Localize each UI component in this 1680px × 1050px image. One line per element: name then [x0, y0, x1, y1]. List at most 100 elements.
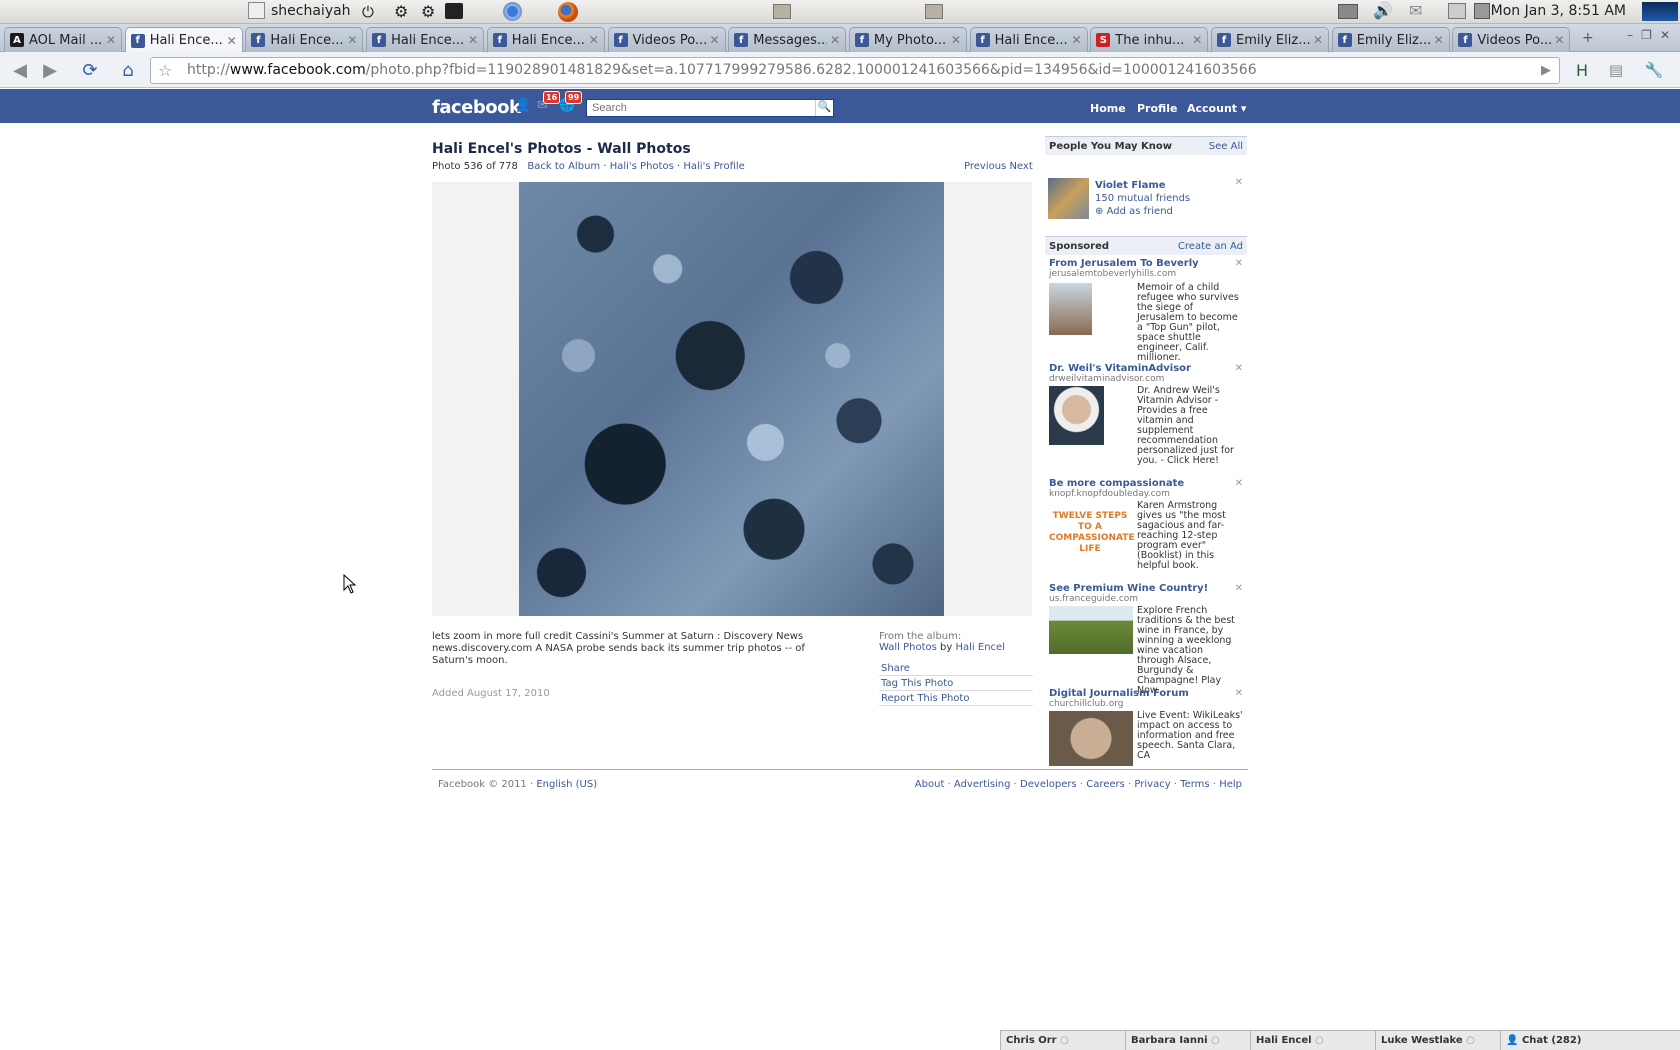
ad-title[interactable]: From Jerusalem To Beverly — [1045, 258, 1247, 269]
search-icon[interactable]: 🔍 — [815, 100, 833, 116]
footer-link-terms[interactable]: Terms — [1180, 779, 1209, 790]
close-tab-icon[interactable]: ✕ — [589, 33, 599, 47]
dr-weil-photo[interactable] — [1049, 386, 1104, 445]
moon-surface-photo[interactable] — [519, 182, 944, 616]
violet-flame-avatar[interactable] — [1048, 178, 1089, 219]
close-window-icon[interactable]: ✕ — [1660, 28, 1670, 42]
close-icon[interactable]: ✕ — [1235, 363, 1243, 374]
search-input[interactable] — [586, 99, 834, 117]
back-icon[interactable]: ◀ — [8, 58, 32, 82]
settings-icon[interactable]: ⚙ — [394, 2, 408, 21]
volume-icon[interactable]: 🔊 — [1373, 1, 1393, 20]
ad-title[interactable]: Digital Journalism Forum — [1045, 688, 1247, 699]
footer-link-developers[interactable]: Developers — [1020, 779, 1077, 790]
close-tab-icon[interactable]: ✕ — [709, 33, 719, 47]
browser-tab[interactable]: A AOL Mail ... ✕ — [4, 27, 122, 52]
vineyard-image[interactable] — [1049, 606, 1133, 654]
pymk-mutual[interactable]: 150 mutual friends — [1095, 192, 1190, 205]
close-tab-icon[interactable]: ✕ — [1192, 33, 1202, 47]
book-cover-image[interactable] — [1049, 283, 1092, 335]
halis-profile-link[interactable]: Hali's Profile — [683, 161, 744, 172]
close-icon[interactable]: ✕ — [1235, 478, 1243, 489]
terminal-icon[interactable] — [445, 3, 463, 19]
chat-tab[interactable]: Barbara Ianni ○ — [1125, 1031, 1250, 1050]
network-icon[interactable] — [1474, 3, 1490, 19]
pymk-name[interactable]: Violet Flame — [1095, 179, 1190, 192]
printer-icon[interactable] — [1448, 3, 1466, 19]
previous-link[interactable]: Previous — [964, 161, 1006, 172]
nav-profile[interactable]: Profile — [1137, 102, 1177, 115]
ad-title[interactable]: Dr. Weil's VitaminAdvisor — [1045, 363, 1247, 374]
language-link[interactable]: English (US) — [536, 779, 597, 790]
close-tab-icon[interactable]: ✕ — [1434, 33, 1444, 47]
friend-requests-icon[interactable]: 👤 — [515, 98, 531, 114]
share-link[interactable]: Share — [879, 661, 1033, 676]
address-bar[interactable]: http://www.facebook.com/photo.php?fbid=1… — [150, 57, 1560, 84]
close-tab-icon[interactable]: ✕ — [951, 33, 961, 47]
footer-link-about[interactable]: About — [915, 779, 945, 790]
chat-toggle[interactable]: 👤 Chat (282) — [1500, 1031, 1670, 1050]
close-tab-icon[interactable]: ✕ — [1313, 33, 1323, 47]
browser-tab[interactable]: f Videos Po... ✕ — [607, 27, 726, 52]
folder-icon[interactable] — [773, 4, 791, 19]
next-link[interactable]: Next — [1009, 161, 1032, 172]
wrench-icon[interactable]: 🔧 — [1642, 58, 1666, 82]
browser-tab[interactable]: S The inhu... ✕ — [1090, 27, 1209, 52]
close-icon[interactable]: ✕ — [1235, 688, 1243, 699]
chat-tab[interactable]: Luke Westlake ○ — [1375, 1031, 1500, 1050]
chat-tab[interactable]: Chris Orr ○ — [1000, 1031, 1125, 1050]
ad-weil[interactable]: ✕ Dr. Weil's VitaminAdvisor drweilvitami… — [1045, 363, 1247, 478]
system-tools-icon[interactable]: ⚙ — [421, 2, 435, 21]
bookmark-star-icon[interactable]: ☆ — [158, 61, 172, 80]
close-tab-icon[interactable]: ✕ — [1554, 33, 1564, 47]
halis-photos-link[interactable]: Hali's Photos — [610, 161, 674, 172]
browser-tab[interactable]: f Emily Eliz... ✕ — [1211, 27, 1329, 52]
browser-tab[interactable]: f Hali Ence... ✕ — [245, 27, 364, 52]
page-menu-icon[interactable]: ▤ — [1604, 58, 1628, 82]
ad-jerusalem[interactable]: ✕ From Jerusalem To Beverly jerusalemtob… — [1045, 258, 1247, 363]
report-photo-link[interactable]: Report This Photo — [879, 691, 1033, 706]
messages-icon[interactable]: ✉ 16 — [537, 91, 561, 114]
close-tab-icon[interactable]: ✕ — [468, 33, 478, 47]
album-link[interactable]: Wall Photos — [879, 642, 937, 653]
footer-link-advertising[interactable]: Advertising — [954, 779, 1011, 790]
footer-link-privacy[interactable]: Privacy — [1134, 779, 1170, 790]
firefox-icon[interactable] — [558, 2, 578, 22]
browser-tab[interactable]: f Emily Eliz... ✕ — [1331, 27, 1450, 52]
chat-tab[interactable]: Hali Encel ○ — [1250, 1031, 1375, 1050]
book-cover-image[interactable]: TWELVE STEPS TO A COMPASSIONATE LIFE — [1049, 501, 1135, 561]
go-arrow-icon[interactable]: ▶ — [1534, 58, 1558, 82]
ad-journalism[interactable]: ✕ Digital Journalism Forum churchillclub… — [1045, 688, 1247, 778]
footer-link-careers[interactable]: Careers — [1086, 779, 1125, 790]
maximize-icon[interactable]: ❐ — [1641, 28, 1652, 42]
clock[interactable]: Mon Jan 3, 8:51 AM — [1491, 3, 1626, 19]
tag-photo-link[interactable]: Tag This Photo — [879, 676, 1033, 691]
browser-tab[interactable]: f Hali Ence... ✕ — [486, 27, 605, 52]
nav-account[interactable]: Account ▾ — [1187, 102, 1246, 115]
ad-wine[interactable]: ✕ See Premium Wine Country! us.francegui… — [1045, 583, 1247, 696]
see-all-link[interactable]: See All — [1209, 141, 1243, 152]
forward-icon[interactable]: ▶ — [38, 58, 62, 82]
browser-tab[interactable]: f Messages... ✕ — [728, 27, 847, 52]
close-icon[interactable]: ✕ — [1235, 258, 1243, 269]
browser-tab[interactable]: f Hali Ence... ✕ — [969, 27, 1088, 52]
chromium-icon[interactable] — [503, 2, 522, 21]
footer-link-help[interactable]: Help — [1219, 779, 1242, 790]
close-tab-icon[interactable]: ✕ — [227, 34, 237, 48]
back-to-album-link[interactable]: Back to Album — [527, 161, 600, 172]
browser-tab[interactable]: f My Photo... ✕ — [848, 27, 967, 52]
close-icon[interactable]: ✕ — [1235, 583, 1243, 594]
facebook-logo[interactable]: facebook — [432, 97, 521, 118]
browser-tab[interactable]: f Hali Ence... ✕ — [124, 27, 243, 53]
nav-home[interactable]: Home — [1090, 102, 1126, 115]
album-owner-link[interactable]: Hali Encel — [956, 642, 1005, 653]
ad-title[interactable]: Be more compassionate — [1045, 478, 1247, 489]
ad-compassion[interactable]: ✕ Be more compassionate knopf.knopfdoubl… — [1045, 478, 1247, 583]
create-ad-link[interactable]: Create an Ad — [1178, 241, 1243, 252]
display-icon[interactable] — [1338, 4, 1358, 19]
extension-icon[interactable]: H — [1570, 58, 1594, 82]
browser-tab[interactable]: f Videos Po... ✕ — [1452, 27, 1571, 52]
system-monitor-icon[interactable] — [1642, 2, 1678, 21]
mail-icon[interactable]: ✉ — [1409, 1, 1422, 20]
os-user-menu[interactable]: shechaiyah — [248, 2, 351, 19]
